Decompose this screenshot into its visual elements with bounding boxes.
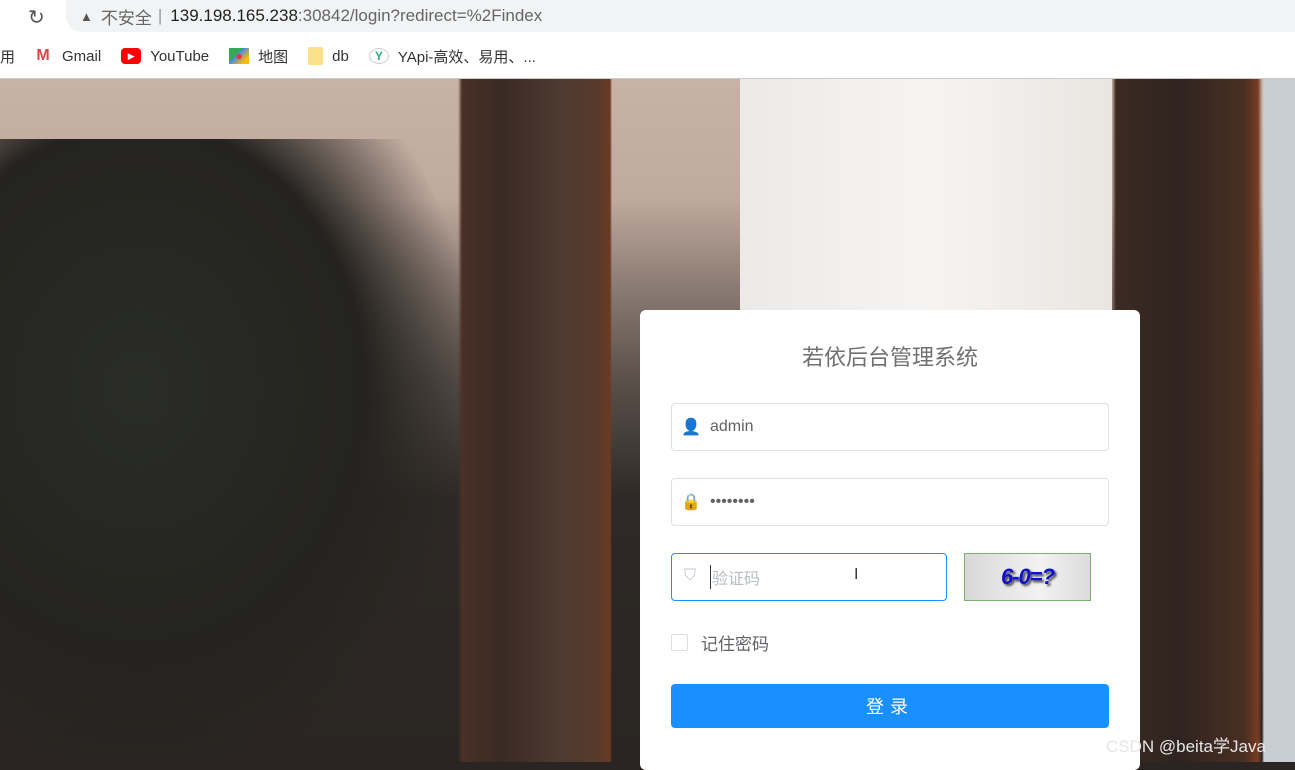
reload-icon[interactable]: ↻ — [28, 5, 45, 30]
background-curtain — [740, 79, 1112, 319]
captcha-text: 6-0=? — [1000, 564, 1055, 589]
remember-label: 记住密码 — [701, 635, 769, 654]
bookmark-maps[interactable]: ● 地图 — [229, 46, 288, 67]
page-title: 若依后台管理系统 — [801, 345, 978, 370]
bookmark-label: Gmail — [62, 47, 102, 65]
forward-icon[interactable]: › — [0, 5, 1, 28]
bookmark-label: 地图 — [258, 48, 289, 66]
captcha-image[interactable]: 6-0=? — [964, 553, 1091, 601]
folder-icon — [308, 47, 324, 65]
maps-icon: ● — [229, 48, 250, 64]
captcha-placeholder: 验证码 — [710, 565, 760, 589]
user-icon: 👤 — [681, 419, 701, 436]
bookmark-db[interactable]: db — [308, 47, 349, 65]
remember-checkbox[interactable] — [671, 634, 688, 651]
watermark: CSDN @beita学Java — [1106, 737, 1266, 756]
username-input[interactable]: 👤 admin — [671, 403, 1109, 451]
bookmark-label: db — [332, 47, 349, 65]
bookmark-gmail[interactable]: M Gmail — [33, 47, 102, 65]
bookmark-partial[interactable]: 用 — [0, 46, 15, 67]
captcha-input[interactable]: ⛉ 验证码 I — [671, 553, 947, 601]
url-path: :30842/login?redirect=%2Findex — [297, 6, 543, 25]
gmail-icon: M — [36, 47, 50, 64]
shield-icon: ⛉ — [683, 567, 696, 584]
bookmarks-bar: 用 M Gmail ▶ YouTube ● 地图 db Y YApi-高效、易用、... — [0, 44, 556, 68]
username-value: admin — [710, 418, 754, 435]
bookmark-youtube[interactable]: ▶ YouTube — [121, 48, 209, 65]
yapi-icon: Y — [368, 48, 389, 64]
password-input[interactable]: 🔒 •••••••• — [671, 478, 1109, 526]
login-button[interactable]: 登录 — [671, 684, 1109, 728]
url-host: 139.198.165.238 — [170, 6, 298, 25]
browser-chrome: › ↻ ▲ 不安全 | 139.198.165.238 :30842/login… — [0, 0, 1295, 79]
bookmark-label: YApi-高效、易用、... — [397, 48, 536, 66]
login-form: 若依后台管理系统 👤 admin 🔒 •••••••• ⛉ 验证码 I 6-0=… — [640, 310, 1140, 770]
address-bar[interactable]: ▲ 不安全 | 139.198.165.238 :30842/login?red… — [66, 0, 1295, 32]
background-trees — [0, 139, 460, 762]
security-label: 不安全 — [100, 8, 152, 28]
bookmark-label: YouTube — [150, 47, 210, 65]
text-cursor-icon: I — [854, 566, 859, 583]
bookmark-yapi[interactable]: Y YApi-高效、易用、... — [368, 46, 536, 67]
password-value: •••••••• — [710, 493, 755, 510]
remember-me[interactable]: 记住密码 — [671, 630, 769, 655]
warning-icon: ▲ — [80, 8, 93, 24]
divider: | — [157, 6, 163, 25]
lock-icon: 🔒 — [681, 494, 701, 511]
youtube-icon: ▶ — [121, 48, 142, 64]
